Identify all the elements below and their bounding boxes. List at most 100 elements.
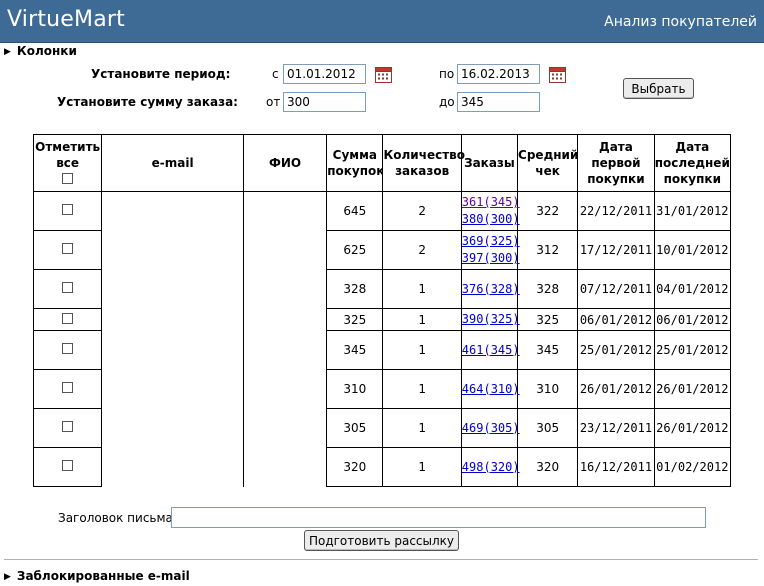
count-cell: 1 [382, 369, 462, 409]
select-all-checkbox[interactable] [62, 172, 74, 184]
select-all-label: Отметить [35, 139, 101, 154]
table-body: 645 2 361(345) 380(300) 322 22/12/2011 31/01/2… [32, 191, 732, 487]
first-header-label-2: первой [591, 156, 641, 170]
subject-input[interactable] [171, 507, 706, 528]
row-checkbox[interactable] [62, 243, 74, 254]
sum-header-label-2: покупок [327, 164, 383, 178]
columns-toggle[interactable]: ▶ Колонки [4, 44, 77, 58]
subject-label: Заголовок письма [58, 511, 173, 525]
avg-header-label-2: чек [535, 164, 560, 178]
fio-header[interactable]: ФИО [242, 134, 328, 192]
orders-cell: 498(320) [460, 447, 520, 487]
order-link[interactable]: 498(320) [462, 460, 520, 474]
first-purchase-cell: 25/01/2012 [577, 330, 655, 370]
order-link[interactable]: 464(310) [462, 382, 520, 396]
table-row: 345 1 461(345) 345 25/01/2012 25/01/2012 [32, 330, 732, 370]
row-checkbox[interactable] [62, 421, 74, 432]
first-purchase-cell: 06/01/2012 [577, 308, 655, 331]
calendar-to-icon[interactable] [549, 66, 566, 83]
order-link[interactable]: 397(300) [462, 251, 520, 265]
table-row: 310 1 464(310) 310 26/01/2012 26/01/2012 [32, 369, 732, 409]
email-header[interactable]: e-mail [101, 134, 244, 192]
email-cell [101, 230, 244, 270]
first-purchase-cell: 26/01/2012 [577, 369, 655, 409]
to-date-prefix: по [439, 67, 455, 81]
from-date-input[interactable] [283, 64, 366, 84]
last-purchase-cell: 10/01/2012 [653, 230, 732, 270]
sum-cell: 328 [326, 269, 384, 309]
from-sum-prefix: от [266, 95, 281, 109]
row-select-cell [32, 369, 103, 409]
from-sum-input[interactable] [283, 92, 366, 112]
last-header-label: Дата [675, 140, 710, 154]
order-link[interactable]: 390(325) [462, 312, 520, 326]
to-date-input[interactable] [457, 64, 540, 84]
row-checkbox[interactable] [62, 282, 74, 293]
avg-header[interactable]: Средний чек [517, 134, 578, 192]
count-header[interactable]: Количество заказов [382, 134, 465, 192]
page-title: Анализ покупателей [604, 14, 757, 30]
last-purchase-header[interactable]: Дата последней покупки [653, 134, 732, 192]
row-select-cell [32, 230, 103, 270]
table-row: 645 2 361(345) 380(300) 322 22/12/2011 31/01/2… [32, 191, 732, 231]
select-button[interactable]: Выбрать [623, 78, 694, 99]
count-cell: 1 [382, 269, 462, 309]
to-sum-prefix: до [439, 95, 455, 109]
order-link[interactable]: 361(345) [462, 195, 520, 209]
orders-cell: 464(310) [460, 369, 520, 409]
row-checkbox[interactable] [62, 343, 74, 354]
from-date-prefix: с [272, 67, 279, 81]
order-link-wrap: 461(345) [462, 342, 520, 359]
last-purchase-cell: 26/01/2012 [653, 369, 732, 409]
email-cell [101, 269, 244, 309]
brand-logo[interactable]: VirtueMart [7, 7, 125, 32]
email-cell [101, 308, 244, 331]
last-header-label-2: последней [654, 156, 730, 170]
last-purchase-cell: 01/02/2012 [653, 447, 732, 487]
sum-cell: 625 [326, 230, 384, 270]
sum-cell: 325 [326, 308, 384, 331]
sum-cell: 310 [326, 369, 384, 409]
fio-cell [242, 447, 328, 487]
order-link-wrap: 369(325) [462, 233, 520, 250]
order-link-wrap: 498(320) [462, 459, 520, 476]
row-checkbox[interactable] [62, 460, 74, 471]
fio-cell [242, 191, 328, 231]
expand-triangle-icon: ▶ [4, 572, 11, 582]
row-select-cell [32, 330, 103, 370]
orders-cell: 461(345) [460, 330, 520, 370]
fio-cell [242, 269, 328, 309]
count-header-label: Количество [383, 148, 466, 162]
count-cell: 1 [382, 308, 462, 331]
order-link[interactable]: 376(328) [462, 282, 520, 296]
last-purchase-cell: 25/01/2012 [653, 330, 732, 370]
row-checkbox[interactable] [62, 204, 74, 215]
orders-header[interactable]: Заказы [460, 134, 519, 192]
first-purchase-header[interactable]: Дата первой покупки [577, 134, 655, 192]
order-link[interactable]: 469(305) [462, 421, 520, 435]
order-link-wrap: 464(310) [462, 381, 520, 398]
prepare-mailing-button[interactable]: Подготовить рассылку [304, 530, 459, 551]
blocked-emails-toggle[interactable]: ▶ Заблокированные e-mail [4, 569, 190, 583]
row-checkbox[interactable] [62, 312, 74, 324]
sum-header[interactable]: Сумма покупок [326, 134, 384, 192]
first-purchase-cell: 23/12/2011 [577, 408, 655, 448]
fio-cell [242, 230, 328, 270]
count-cell: 2 [382, 191, 462, 231]
row-select-cell [32, 408, 103, 448]
count-cell: 1 [382, 447, 462, 487]
last-purchase-cell: 06/01/2012 [653, 308, 732, 331]
avg-cell: 312 [517, 230, 579, 270]
last-purchase-cell: 31/01/2012 [653, 191, 732, 231]
table-row: 325 1 390(325) 325 06/01/2012 06/01/2012 [32, 308, 732, 331]
first-purchase-cell: 17/12/2011 [577, 230, 655, 270]
order-link[interactable]: 461(345) [462, 343, 520, 357]
row-checkbox[interactable] [62, 382, 74, 393]
to-sum-input[interactable] [457, 92, 540, 112]
count-cell: 2 [382, 230, 462, 270]
calendar-from-icon[interactable] [375, 66, 392, 83]
order-link[interactable]: 369(325) [462, 234, 520, 248]
app-header: VirtueMart Анализ покупателей [0, 0, 764, 43]
order-link[interactable]: 380(300) [462, 212, 520, 226]
orders-cell: 390(325) [460, 308, 520, 331]
